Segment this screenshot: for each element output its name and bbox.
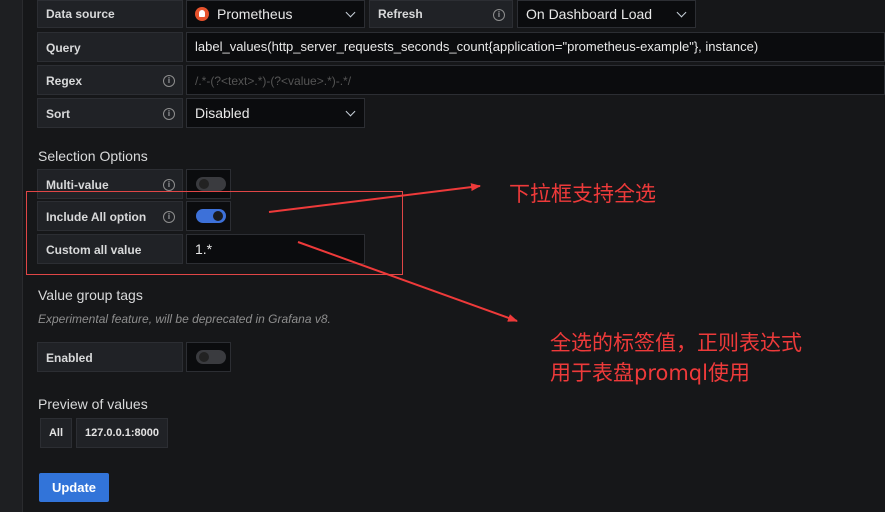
annotation-regex-line2: 用于表盘promql使用 [550,361,750,385]
arrow-to-second-note [297,241,518,322]
annotation-select-all: 下拉框支持全选 [509,182,656,206]
annotation-regex-line1: 全选的标签值，正则表达式 [550,331,802,355]
annotation-arrows [268,183,518,322]
arrow-to-first-note [268,183,481,213]
